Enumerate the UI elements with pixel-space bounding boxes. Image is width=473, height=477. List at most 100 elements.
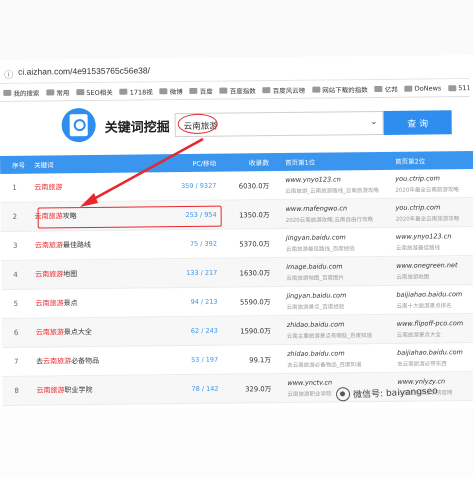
pc-mobile-index[interactable]: 359 / 9327 — [162, 182, 222, 191]
rank2-title[interactable]: 2020年最全云南旅游攻略 — [395, 184, 473, 194]
bookmark-label: DoNews — [414, 83, 442, 93]
folder-icon — [219, 87, 228, 94]
folder-icon — [76, 88, 85, 95]
rank2-title[interactable]: 云南旅游景点大全 — [397, 329, 473, 338]
row-highlight-box — [37, 205, 222, 229]
rank2-title[interactable]: 云南旅游地图 — [396, 271, 473, 280]
bookmark-label: 我的搜索 — [13, 89, 40, 98]
keyword-cell[interactable]: 云南旅游职业学院 — [32, 384, 164, 395]
rank2-cell: www.ynyo123.cn 云南旅游最佳路线 — [388, 231, 473, 252]
keyword-cell[interactable]: 云南旅游景点 — [32, 297, 164, 308]
keyword-suffix[interactable]: 最佳路线 — [63, 241, 91, 249]
bookmark-item[interactable]: 百度 — [189, 85, 213, 95]
keyword-highlight[interactable]: 云南旅游 — [35, 270, 63, 278]
keyword-prefix[interactable]: 去 — [36, 358, 43, 366]
folder-icon — [189, 87, 198, 94]
bookmark-item[interactable]: 微博 — [159, 86, 183, 96]
folder-icon — [3, 89, 12, 96]
pc-mobile-index[interactable]: 94 / 213 — [164, 298, 224, 307]
keyword-cell[interactable]: 云南旅游景点大全 — [32, 326, 164, 337]
rank2-domain[interactable]: www.flipoff-pco.com — [397, 318, 473, 328]
bookmark-item[interactable]: 我的搜索 — [3, 87, 39, 97]
row-index: 8 — [14, 386, 19, 395]
keyword-tool-icon — [61, 107, 96, 143]
rank2-domain[interactable]: www.ynyo123.cn — [396, 231, 473, 241]
keyword-suffix[interactable]: 必备物品 — [71, 357, 99, 365]
pc-mobile-index[interactable]: 78 / 142 — [164, 385, 224, 394]
rank1-title[interactable]: 云南旅游_云南旅游路线_云南旅游攻略 — [285, 185, 387, 194]
keyword-suffix[interactable]: 景点 — [64, 299, 78, 307]
rank1-title[interactable]: 云南旅游地图_百度图片 — [286, 272, 388, 282]
row-index: 6 — [13, 328, 19, 337]
keyword-highlight[interactable]: 云南旅游 — [35, 241, 63, 249]
rank2-domain[interactable]: you.ctrip.com — [395, 173, 473, 182]
keyword-highlight[interactable]: 云南旅游 — [36, 386, 64, 394]
keyword-suffix[interactable]: 景点大全 — [64, 328, 92, 336]
rank1-title[interactable]: 2020云南旅游攻略,云南自由行攻略 — [286, 214, 388, 224]
keyword-suffix[interactable]: 职业学院 — [64, 386, 92, 394]
pc-mobile-index[interactable]: 62 / 243 — [164, 327, 224, 336]
folder-icon — [374, 85, 383, 92]
pc-mobile-index[interactable]: 53 / 197 — [164, 356, 224, 365]
keyword-suffix[interactable]: 地图 — [63, 270, 77, 278]
rank2-domain[interactable]: baijiahao.baidu.com — [397, 347, 473, 357]
bookmark-item[interactable]: 百度风云榜 — [262, 84, 305, 95]
bookmark-item[interactable]: SEO相关 — [76, 86, 113, 97]
bottom-margin — [0, 408, 473, 477]
keyword-cell[interactable]: 去云南旅游必备物品 — [32, 355, 164, 366]
keyword-cell[interactable]: 云南旅游地图 — [31, 268, 163, 279]
rank1-title[interactable]: 云南主要旅游景点有哪些_百度知道 — [287, 330, 389, 340]
keyword-highlight[interactable]: 云南旅游 — [36, 299, 64, 307]
folder-icon — [448, 84, 457, 91]
bookmark-item[interactable]: 网站下载的指数 — [312, 84, 368, 95]
rank1-title[interactable]: 去云南旅游必备物品_百度知道 — [287, 359, 389, 369]
rank1-domain[interactable]: zhidao.baidu.com — [287, 348, 389, 358]
rank1-domain[interactable]: www.ynyo123.cn — [285, 174, 387, 184]
rank2-title[interactable]: 去云南旅游必带东西 — [397, 358, 473, 368]
bookmark-item[interactable]: 百度指数 — [219, 85, 256, 95]
pc-mobile-index[interactable]: 75 / 392 — [163, 240, 223, 249]
folder-icon — [46, 88, 55, 95]
header-rank2: 首页第2位 — [395, 157, 426, 166]
keyword-highlight[interactable]: 云南旅游 — [43, 357, 71, 365]
bookmark-item[interactable]: 5118 — [448, 83, 469, 92]
rank2-title[interactable]: 云南十大旅游景点排名 — [397, 300, 473, 310]
url-text[interactable]: ci.aizhan.com/4e91535765c56e38/ — [18, 65, 150, 76]
bookmark-item[interactable]: 1718视 — [119, 86, 153, 96]
row-index: 1 — [12, 183, 17, 192]
bookmark-item[interactable]: 常用 — [46, 87, 69, 97]
indexed-count: 329.0万 — [245, 385, 272, 394]
keyword-highlight[interactable]: 云南旅游 — [34, 183, 62, 191]
browser-window: ⓘ ci.aizhan.com/4e91535765c56e38/ 我的搜索 常用… — [0, 54, 473, 410]
rank2-domain[interactable]: you.ctrip.com — [396, 202, 473, 211]
keyword-cell[interactable]: 云南旅游最佳路线 — [31, 239, 163, 250]
folder-icon — [119, 88, 128, 95]
keyword-highlight[interactable]: 云南旅游 — [36, 328, 64, 336]
rank2-title[interactable]: 云南旅游最佳路线 — [396, 242, 473, 251]
pc-mobile-index[interactable]: 133 / 217 — [163, 269, 223, 278]
rank2-domain[interactable]: baijiahao.baidu.com — [396, 289, 473, 299]
rank1-domain[interactable]: zhidao.baidu.com — [287, 319, 389, 329]
search-button[interactable]: 查 询 — [383, 110, 452, 135]
keyword-cell[interactable]: 云南旅游 — [30, 181, 162, 192]
bookmark-label: 亿邦 — [384, 85, 398, 94]
rank1-domain[interactable]: jingyan.baidu.com — [286, 290, 388, 300]
row-index: 5 — [13, 299, 19, 308]
chevron-down-icon[interactable]: ⌄ — [370, 117, 378, 127]
search-panel: 关键词挖掘 云南旅游 ⌄ 查 询 — [0, 97, 470, 152]
rank1-title[interactable]: 云南旅游景点_百度经验 — [287, 301, 389, 311]
rank1-title[interactable]: 云南旅游最佳路线_百度经验 — [286, 243, 388, 253]
bookmark-item[interactable]: DoNews — [404, 83, 442, 93]
header-pc-mobile[interactable]: PC/移动 — [162, 158, 222, 169]
rank1-domain[interactable]: jingyan.baidu.com — [286, 232, 388, 242]
bookmark-item[interactable]: 亿邦 — [374, 83, 398, 94]
rank1-domain[interactable]: image.baidu.com — [286, 261, 388, 271]
top-margin — [0, 0, 473, 62]
header-index: 序号 — [12, 161, 26, 170]
bookmark-label: SEO相关 — [86, 88, 113, 97]
rank1-domain[interactable]: www.mafengwo.cn — [286, 203, 388, 213]
row-index: 7 — [14, 357, 19, 366]
rank2-title[interactable]: 2020年最全云南旅游攻略 — [396, 213, 473, 223]
header-indexed[interactable]: 收录数 — [222, 157, 277, 168]
rank2-domain[interactable]: www.onegreen.net — [396, 260, 473, 270]
